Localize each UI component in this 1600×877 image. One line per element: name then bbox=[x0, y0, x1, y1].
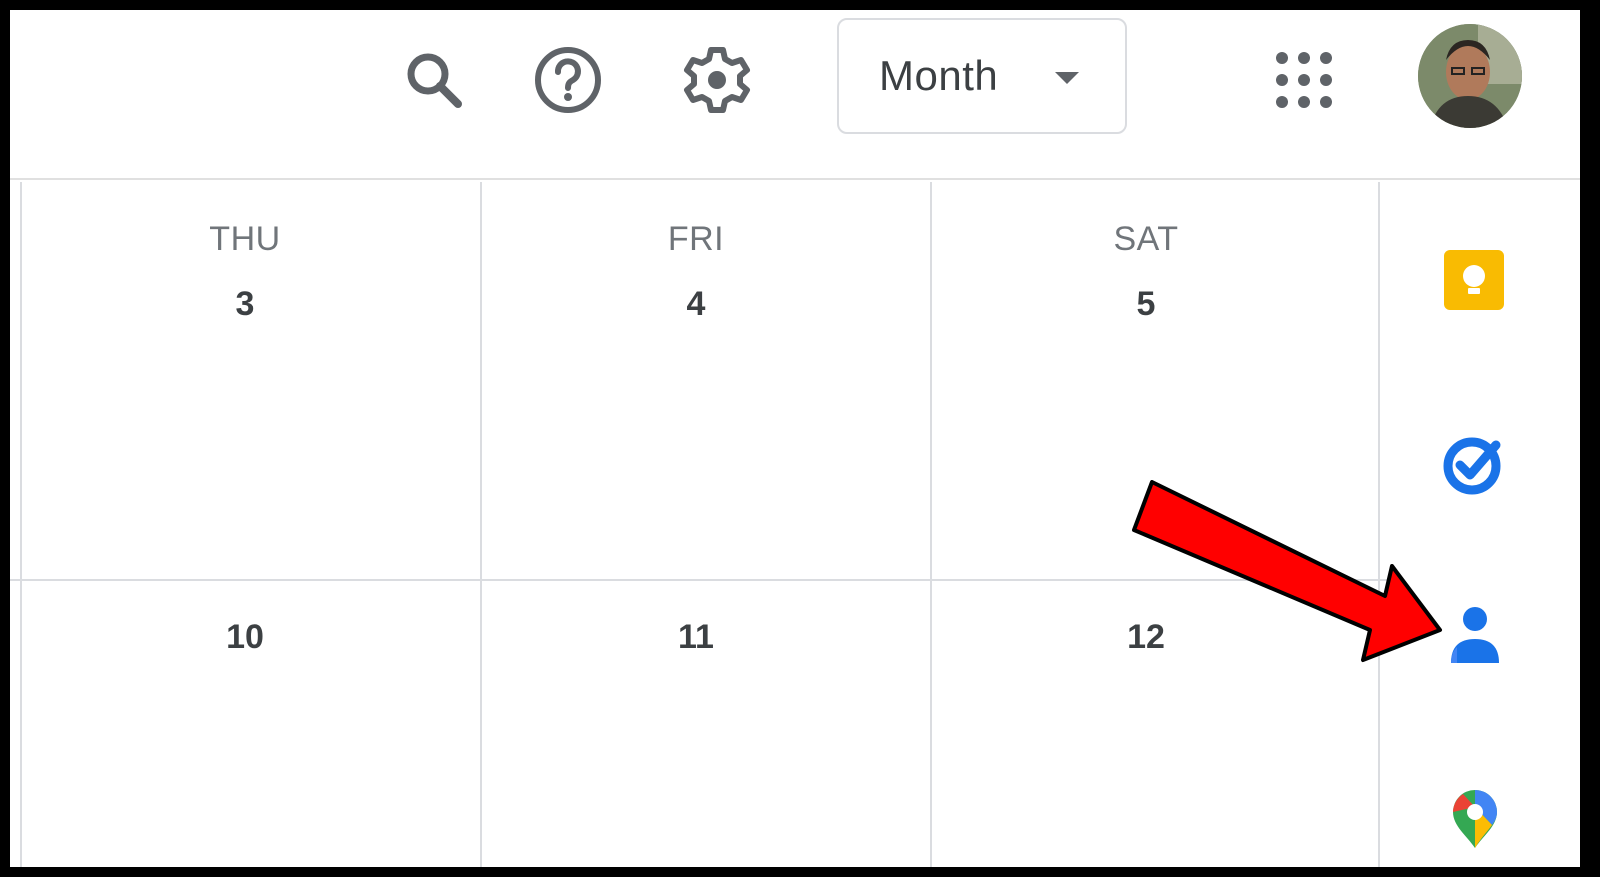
day-of-week: SAT bbox=[1113, 220, 1179, 258]
day-of-week: THU bbox=[209, 220, 281, 258]
maps-button[interactable] bbox=[1442, 786, 1508, 852]
day-cell-sat[interactable]: SAT 5 bbox=[996, 220, 1296, 324]
avatar-photo-icon bbox=[1418, 24, 1522, 128]
date-number[interactable]: 5 bbox=[996, 285, 1296, 324]
apps-grid-icon bbox=[1276, 52, 1332, 108]
help-button[interactable] bbox=[528, 40, 608, 120]
annotation-arrow-icon bbox=[1132, 480, 1442, 662]
date-number[interactable]: 10 bbox=[95, 618, 395, 657]
calendar-window: Month THU 3 FRI 4 SAT 5 10 11 12 bbox=[10, 10, 1580, 867]
help-icon bbox=[535, 47, 601, 113]
grid-divider bbox=[930, 182, 932, 867]
day-of-week: FRI bbox=[667, 220, 725, 258]
day-cell-fri[interactable]: FRI 4 bbox=[546, 220, 846, 324]
tasks-icon bbox=[1443, 437, 1501, 495]
user-avatar[interactable] bbox=[1418, 24, 1522, 128]
contacts-button[interactable] bbox=[1440, 600, 1510, 670]
grid-divider bbox=[480, 182, 482, 867]
view-select-dropdown[interactable]: Month bbox=[837, 18, 1127, 134]
keep-button[interactable] bbox=[1438, 244, 1510, 316]
settings-button[interactable] bbox=[675, 38, 759, 122]
keep-icon bbox=[1444, 250, 1504, 310]
date-number[interactable]: 4 bbox=[546, 285, 846, 324]
grid-divider bbox=[20, 182, 22, 867]
view-select-label: Month bbox=[879, 52, 999, 99]
search-button[interactable] bbox=[394, 40, 474, 120]
date-number[interactable]: 3 bbox=[95, 285, 395, 324]
day-cell-fri-week2[interactable]: 11 bbox=[546, 618, 846, 657]
day-cell-thu[interactable]: THU 3 bbox=[95, 220, 395, 324]
date-number[interactable]: 11 bbox=[546, 618, 846, 657]
top-bar: Month bbox=[10, 10, 1580, 180]
day-cell-thu-week2[interactable]: 10 bbox=[95, 618, 395, 657]
apps-button[interactable] bbox=[1272, 48, 1336, 112]
settings-icon bbox=[684, 47, 750, 113]
contacts-icon bbox=[1451, 607, 1499, 663]
chevron-down-icon bbox=[1055, 72, 1079, 84]
maps-icon bbox=[1453, 790, 1497, 848]
search-icon bbox=[407, 53, 462, 108]
